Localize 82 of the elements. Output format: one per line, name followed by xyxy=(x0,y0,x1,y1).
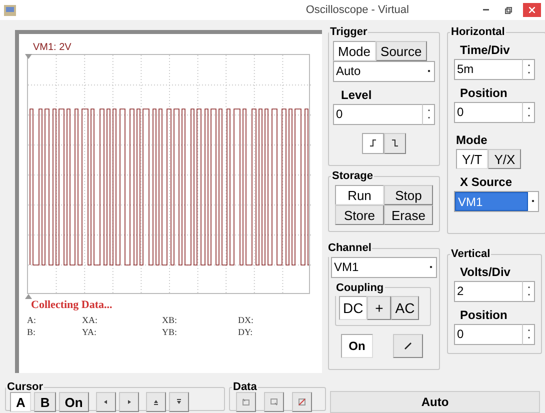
group-title: Trigger xyxy=(329,25,368,40)
dropdown-value: Auto xyxy=(335,63,362,80)
document-icon xyxy=(270,398,278,406)
close-icon xyxy=(529,7,535,13)
field-label: X Source xyxy=(460,174,514,190)
field-label: Level xyxy=(341,86,373,104)
group-title: Coupling xyxy=(335,280,385,296)
right-button[interactable] xyxy=(118,392,139,412)
storage-button[interactable]: Run xyxy=(335,184,384,204)
readout-label: B: xyxy=(27,326,36,336)
group-title: Channel xyxy=(327,241,372,256)
spinner-button[interactable] xyxy=(522,280,535,302)
close-button[interactable] xyxy=(523,3,541,17)
rising-edge-button[interactable] xyxy=(362,132,384,154)
left-button[interactable] xyxy=(96,392,116,412)
storage-button[interactable]: Store xyxy=(335,204,384,224)
trigger-marker-icon xyxy=(25,54,32,59)
coupling-button[interactable]: AC xyxy=(391,296,419,320)
falling-edge-button[interactable] xyxy=(384,132,406,154)
window-title: Oscilloscope - Virtual xyxy=(306,2,409,18)
export-button[interactable] xyxy=(264,392,284,412)
falling-edge-icon xyxy=(391,139,399,147)
readout-label: YB: xyxy=(162,326,178,336)
app-icon xyxy=(4,4,16,16)
readout-label: A: xyxy=(27,314,36,324)
down-button[interactable] xyxy=(168,392,189,412)
cursor-button[interactable]: B xyxy=(34,392,56,412)
readout-label: XA: xyxy=(82,314,98,324)
field-label: Position xyxy=(460,84,508,102)
up-button[interactable] xyxy=(146,392,166,412)
spin-field[interactable]: 2 xyxy=(454,280,522,302)
dropdown[interactable]: VM1 xyxy=(454,190,539,212)
channel-label: VM1: 2V xyxy=(32,41,72,54)
storage-button[interactable]: Stop xyxy=(384,184,433,204)
field-label: Position xyxy=(460,306,508,324)
spinner-button[interactable] xyxy=(522,324,535,344)
ground-marker-icon xyxy=(25,294,32,299)
readout-label: XB: xyxy=(162,314,178,324)
tab[interactable]: Mode xyxy=(333,40,376,60)
down-arrow-icon xyxy=(174,398,183,406)
auto-button[interactable]: Auto xyxy=(330,391,540,413)
spin-field[interactable]: 0 xyxy=(333,104,422,124)
group-title: Storage xyxy=(331,169,374,184)
readout-label: YA: xyxy=(82,326,97,336)
readout-label: DY: xyxy=(238,326,253,336)
spin-field[interactable]: 0 xyxy=(454,324,522,344)
cursor-button[interactable]: On xyxy=(58,392,89,412)
field-label: Volts/Div xyxy=(460,264,512,280)
spinner-button[interactable] xyxy=(522,58,535,80)
dropdown[interactable]: VM1 xyxy=(331,256,437,278)
dropdown-value: VM1 xyxy=(455,192,528,210)
spin-field[interactable]: 0 xyxy=(454,102,522,122)
group-title: Horizontal xyxy=(450,25,506,40)
coupling-button[interactable]: DC xyxy=(339,296,368,320)
storage-button[interactable]: Erase xyxy=(384,204,433,224)
tab[interactable]: Source xyxy=(376,40,427,60)
on-button[interactable]: On xyxy=(341,334,373,358)
up-arrow-icon xyxy=(152,398,160,406)
import-button[interactable] xyxy=(236,392,256,412)
mode-button[interactable]: Y/X xyxy=(488,148,522,168)
status-text: Collecting Data... xyxy=(31,298,112,313)
group-title: Vertical xyxy=(450,247,492,262)
mode-button[interactable]: Y/T xyxy=(456,148,488,168)
cursor-button[interactable]: A xyxy=(10,392,32,412)
spinner-button[interactable] xyxy=(522,102,535,122)
coupling-button[interactable]: + xyxy=(367,296,392,320)
spinner-button[interactable] xyxy=(422,104,435,124)
dropdown-value: VM1 xyxy=(333,259,360,276)
field-label: Mode xyxy=(456,132,488,148)
readout-label: DX: xyxy=(238,314,254,324)
restore-icon xyxy=(504,6,512,14)
probe-button[interactable] xyxy=(393,334,423,358)
clear-button[interactable] xyxy=(292,392,312,412)
document-icon xyxy=(242,398,250,406)
field-label: Time/Div xyxy=(460,42,511,58)
minimize-icon xyxy=(483,9,489,11)
left-arrow-icon xyxy=(102,398,110,406)
spin-field[interactable]: 5m xyxy=(454,58,522,80)
rising-edge-icon xyxy=(369,139,377,147)
group-title: Data xyxy=(232,380,258,395)
probe-icon xyxy=(404,342,412,350)
dropdown[interactable]: Auto xyxy=(333,60,435,82)
